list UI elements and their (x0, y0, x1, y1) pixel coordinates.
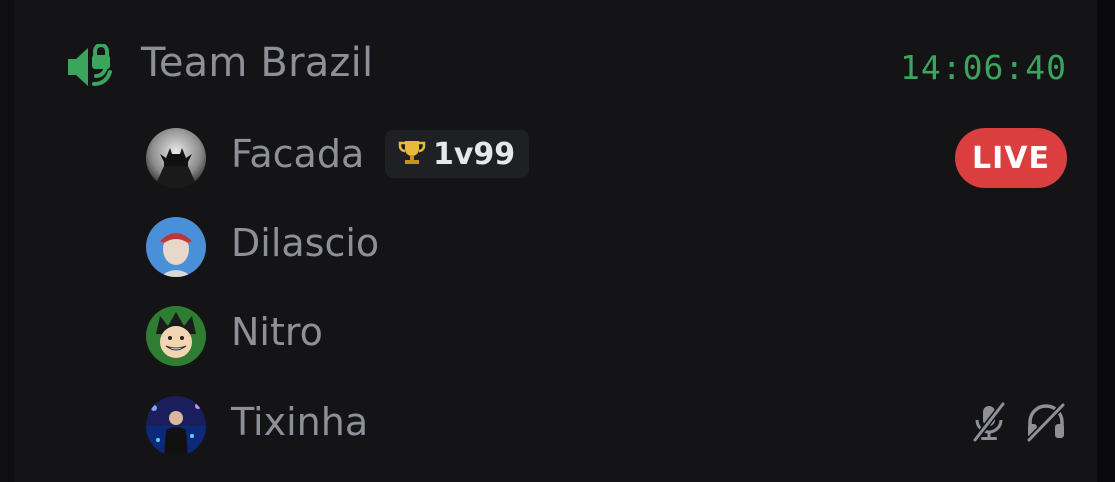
avatar (146, 306, 206, 366)
live-badge[interactable]: LIVE (955, 128, 1067, 188)
member-row-nitro[interactable]: Nitro (14, 300, 1097, 370)
channel-name: Team Brazil (141, 40, 374, 86)
member-row-dilascio[interactable]: Dilascio (14, 211, 1097, 281)
panel-edge (1097, 0, 1115, 482)
deafened-headphones-icon (1025, 402, 1067, 446)
member-status-icons (971, 402, 1067, 446)
member-badge[interactable]: 1v99 (385, 130, 530, 178)
member-row-tixinha[interactable]: Tixinha (14, 390, 1097, 460)
avatar (146, 396, 206, 456)
badge-text: 1v99 (433, 136, 516, 172)
member-name: Dilascio (231, 221, 380, 265)
voice-channel-row[interactable]: Team Brazil 14:06:40 (14, 26, 1097, 110)
avatar (146, 128, 206, 188)
avatar (146, 217, 206, 277)
member-name: Tixinha (231, 400, 369, 444)
muted-microphone-icon (971, 402, 1007, 446)
channel-elapsed-timer: 14:06:40 (900, 48, 1067, 87)
trophy-icon (397, 137, 427, 171)
member-name: Facada (231, 132, 365, 176)
voice-channel-locked-icon (66, 43, 114, 90)
member-row-facada[interactable]: Facada 1v99 LIVE (14, 122, 1097, 192)
member-name: Nitro (231, 310, 323, 354)
voice-channel-panel: Team Brazil 14:06:40 Facada 1v99 LIVE Di… (14, 0, 1097, 482)
